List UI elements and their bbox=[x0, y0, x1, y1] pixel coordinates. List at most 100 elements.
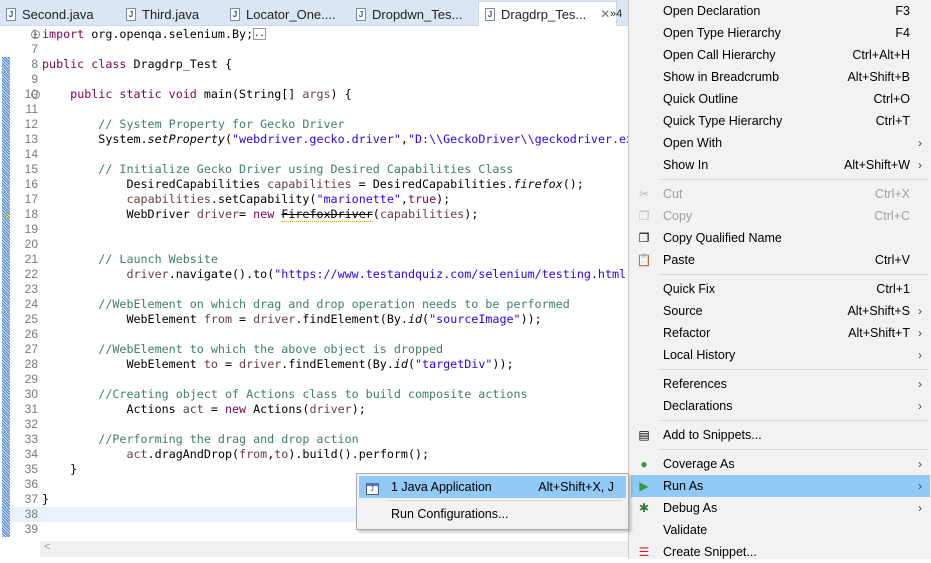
menu-item-label: Add to Snippets... bbox=[663, 428, 762, 442]
code-token: .findElement(By. bbox=[295, 312, 408, 326]
line-number: 15 bbox=[24, 162, 38, 176]
code-token: "targetDiv" bbox=[415, 357, 493, 371]
menu-item-open-type-hierarchy[interactable]: Open Type Hierarchy F4 bbox=[631, 22, 930, 44]
code-text: import org.openqa.selenium.By;.. bbox=[42, 27, 628, 42]
code-token: , bbox=[400, 192, 408, 206]
menu-item-declarations[interactable]: Declarations › bbox=[631, 395, 930, 417]
code-token: ); bbox=[436, 192, 451, 206]
submenu-arrow-icon: › bbox=[918, 136, 922, 150]
code-token: act bbox=[182, 402, 204, 416]
menu-item-open-declaration[interactable]: Open Declaration F3 bbox=[631, 0, 930, 22]
change-ruler-marker bbox=[2, 192, 10, 207]
menu-item-source[interactable]: Source Alt+Shift+S › bbox=[631, 300, 930, 322]
menu-item-label: Paste bbox=[663, 253, 695, 267]
menu-item-references[interactable]: References › bbox=[631, 373, 930, 395]
code-token: main(String[] bbox=[196, 87, 303, 101]
code-token: .. bbox=[253, 28, 266, 40]
code-token: org.openqa.selenium.By; bbox=[84, 27, 254, 41]
tab-thirdjava[interactable]: J Third.java bbox=[120, 2, 199, 26]
code-text: DesiredCapabilities capabilities = Desir… bbox=[42, 177, 628, 192]
code-line: 14 bbox=[0, 147, 628, 162]
code-line: 29 bbox=[0, 372, 628, 387]
code-text: WebElement from = driver.findElement(By.… bbox=[42, 312, 628, 327]
menu-item-label: Show In bbox=[663, 158, 709, 172]
code-token: = bbox=[203, 402, 225, 416]
code-token: .findElement(By. bbox=[281, 357, 394, 371]
code-token: capabilities bbox=[267, 177, 352, 191]
menu-item-shortcut: Ctrl+1 bbox=[876, 282, 910, 296]
menu-item-run-as[interactable]: ▶ Run As › bbox=[631, 475, 930, 497]
change-ruler-marker bbox=[2, 462, 10, 477]
horizontal-scrollbar[interactable]: < bbox=[40, 541, 628, 557]
code-text: WebDriver driver= new FirefoxDriver(capa… bbox=[42, 207, 628, 222]
change-ruler-marker bbox=[2, 417, 10, 432]
menu-item-add-to-snippets[interactable]: ▤ Add to Snippets... bbox=[631, 424, 930, 446]
menu-item-shortcut: Ctrl+C bbox=[874, 209, 910, 223]
code-token: ) { bbox=[330, 87, 352, 101]
menu-item-open-with[interactable]: Open With › bbox=[631, 132, 930, 154]
line-number: 26 bbox=[24, 327, 38, 341]
code-text: act.dragAndDrop(from,to).build().perform… bbox=[42, 447, 628, 462]
code-token: true bbox=[407, 192, 437, 206]
context-menu: Open Declaration F3 Open Type Hierarchy F4 O… bbox=[628, 0, 931, 559]
menu-item-quick-type-hierarchy[interactable]: Quick Type Hierarchy Ctrl+T bbox=[631, 110, 930, 132]
change-ruler-marker bbox=[2, 222, 10, 237]
tab-dropdwntes[interactable]: J Dropdwn_Tes... bbox=[350, 2, 462, 26]
collapse-fold-icon[interactable]: − bbox=[31, 90, 40, 99]
menu-item-label: Debug As bbox=[663, 501, 718, 515]
code-token: = DesiredCapabilities. bbox=[351, 177, 514, 191]
scroll-left-arrow[interactable]: < bbox=[44, 541, 50, 553]
menu-item-refactor[interactable]: Refactor Alt+Shift+T › bbox=[631, 322, 930, 344]
menu-item-quick-fix[interactable]: Quick Fix Ctrl+1 bbox=[631, 278, 930, 300]
java-file-icon: J bbox=[230, 7, 240, 21]
code-token: // Initialize Gecko Driver using Desired… bbox=[98, 162, 514, 176]
menu-item-show-in[interactable]: Show In Alt+Shift+W › bbox=[631, 154, 930, 176]
copy-qualified-icon: ❐ bbox=[638, 231, 650, 245]
tab-dragdrptes[interactable]: J Dragdrp_Tes... ✕ bbox=[478, 1, 618, 26]
line-number: 37 bbox=[24, 492, 38, 506]
line-number: 25 bbox=[24, 312, 38, 326]
tab-locatorone[interactable]: J Locator_One.... bbox=[224, 2, 336, 26]
run-icon: ▶ bbox=[639, 479, 649, 493]
menu-item-label: Open Declaration bbox=[663, 4, 761, 18]
copy-icon: ❐ bbox=[638, 209, 650, 223]
menu-item-create-snippet[interactable]: ☰ Create Snippet... bbox=[631, 541, 930, 563]
menu-item-coverage-as[interactable]: ● Coverage As › bbox=[631, 453, 930, 475]
expand-fold-icon[interactable]: + bbox=[31, 30, 40, 39]
code-token: public class bbox=[42, 57, 127, 71]
code-text: // Initialize Gecko Driver using Desired… bbox=[42, 162, 628, 177]
code-token: new bbox=[224, 402, 247, 416]
menu-item-shortcut: Alt+Shift+S bbox=[847, 304, 910, 318]
menu-item-shortcut: Ctrl+Alt+H bbox=[852, 48, 910, 62]
line-number: 27 bbox=[24, 342, 38, 356]
menu-item-show-in-breadcrumb[interactable]: Show in Breadcrumb Alt+Shift+B bbox=[631, 66, 930, 88]
menu-item-local-history[interactable]: Local History › bbox=[631, 344, 930, 366]
code-token: firefox bbox=[513, 177, 563, 191]
close-tab-icon[interactable]: ✕ bbox=[600, 7, 610, 21]
menu-item-shortcut: Ctrl+T bbox=[875, 114, 910, 128]
menu-item-paste[interactable]: 📋 Paste Ctrl+V bbox=[631, 249, 930, 271]
menu-item-copy: ❐ Copy Ctrl+C bbox=[631, 205, 930, 227]
java-file-icon: J bbox=[6, 7, 16, 21]
tab-overflow-button[interactable]: »4 bbox=[610, 2, 622, 26]
code-token: id bbox=[393, 357, 408, 371]
code-editor[interactable]: 1 + import org.openqa.selenium.By;.. 7 8 publ… bbox=[0, 27, 628, 541]
code-token: driver bbox=[196, 207, 240, 221]
menu-item-validate[interactable]: Validate bbox=[631, 519, 930, 541]
code-token: .dragAndDrop( bbox=[147, 447, 240, 461]
menu-item-quick-outline[interactable]: Quick Outline Ctrl+O bbox=[631, 88, 930, 110]
run-configurations-item[interactable]: Run Configurations... bbox=[359, 503, 626, 525]
change-ruler-marker bbox=[2, 492, 10, 507]
code-token: ( bbox=[224, 132, 233, 146]
menu-item-label: Copy Qualified Name bbox=[663, 231, 782, 245]
menu-item-open-call-hierarchy[interactable]: Open Call Hierarchy Ctrl+Alt+H bbox=[631, 44, 930, 66]
menu-item-copy-qualified-name[interactable]: ❐ Copy Qualified Name bbox=[631, 227, 930, 249]
java-application-item[interactable]: J 1 Java Application Alt+Shift+X, J bbox=[359, 476, 626, 498]
menu-item-debug-as[interactable]: ✱ Debug As › bbox=[631, 497, 930, 519]
menu-item-label: Quick Type Hierarchy bbox=[663, 114, 783, 128]
tab-secondjava[interactable]: J Second.java bbox=[0, 2, 94, 26]
